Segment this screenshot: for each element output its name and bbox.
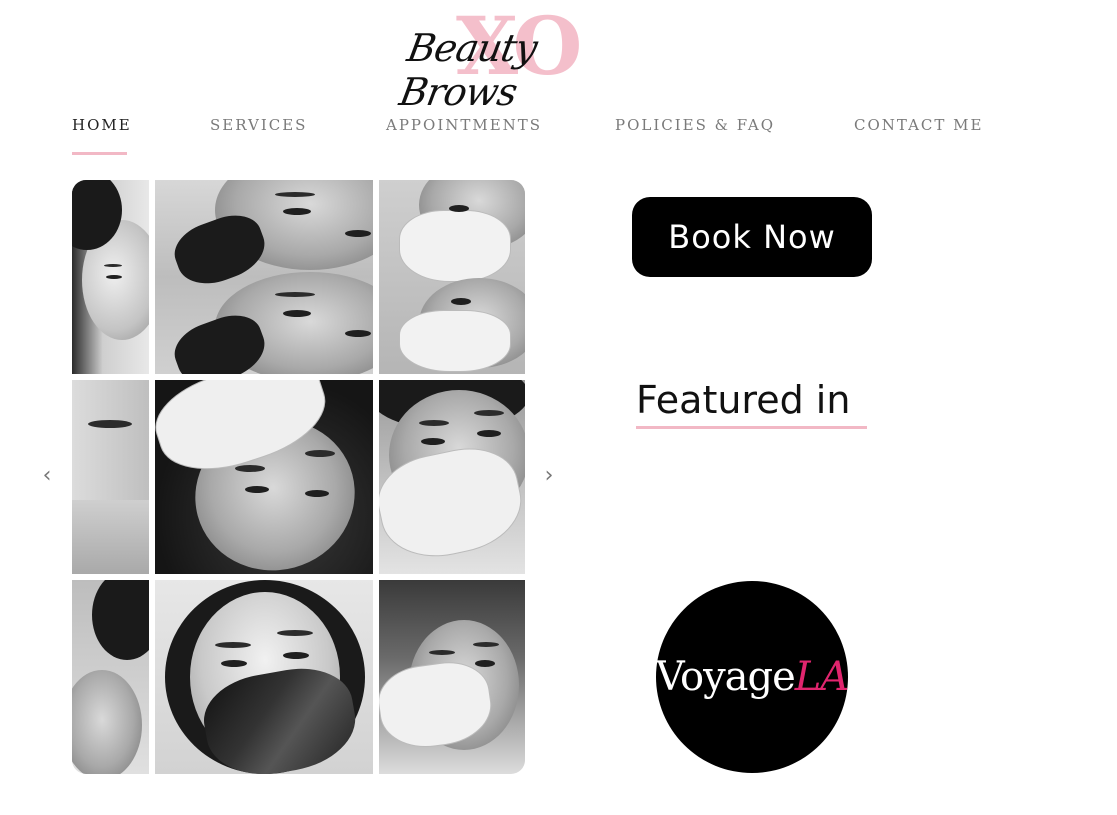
featured-underline: [636, 426, 867, 429]
site-logo[interactable]: XO Beauty Brows: [396, 6, 650, 114]
gallery-photo[interactable]: [72, 180, 149, 374]
nav-services[interactable]: SERVICES: [210, 116, 307, 134]
gallery-photo[interactable]: [155, 380, 373, 574]
logo-script-text: Beauty Brows: [396, 26, 541, 114]
nav-policies-faq[interactable]: POLICIES & FAQ: [615, 116, 775, 134]
nav-active-indicator: [72, 152, 127, 155]
gallery-photo[interactable]: [72, 380, 149, 574]
gallery-photo[interactable]: [379, 180, 525, 374]
nav-home[interactable]: HOME: [72, 116, 132, 134]
nav-contact-me[interactable]: CONTACT ME: [854, 116, 983, 134]
gallery-photo[interactable]: [379, 580, 525, 774]
gallery-photo[interactable]: [155, 580, 373, 774]
photo-gallery: [72, 180, 525, 774]
gallery-photo[interactable]: [72, 580, 149, 774]
gallery-photo[interactable]: [155, 180, 373, 374]
voyage-la-logo[interactable]: Voyage LA: [655, 581, 849, 773]
voyage-logo-text: Voyage: [655, 654, 796, 700]
gallery-photo[interactable]: [379, 380, 525, 574]
voyage-logo-la: LA: [794, 654, 849, 700]
book-now-button[interactable]: Book Now: [632, 197, 872, 277]
featured-in-heading: Featured in: [636, 378, 851, 422]
chevron-left-icon[interactable]: ‹: [37, 464, 57, 488]
chevron-right-icon[interactable]: ›: [539, 464, 559, 488]
nav-appointments[interactable]: APPOINTMENTS: [386, 116, 542, 134]
